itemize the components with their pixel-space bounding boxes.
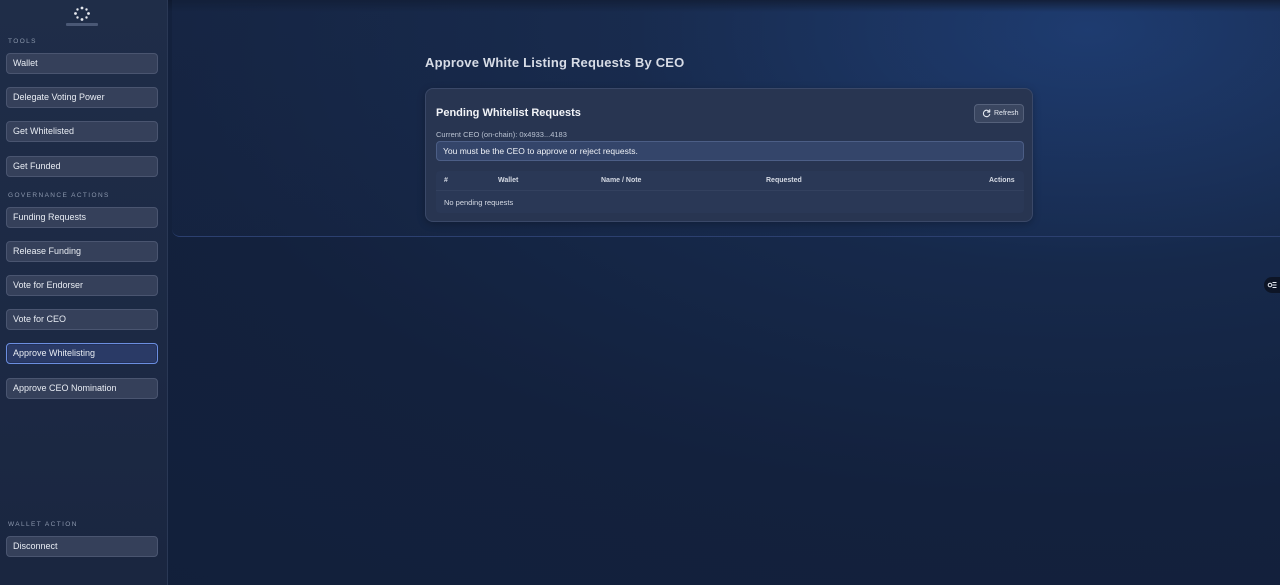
sidebar-item-wallet[interactable]: Wallet [6, 53, 158, 74]
table-header: # Wallet Name / Note Requested Actions [436, 171, 1024, 191]
sidebar-item-get-whitelisted[interactable]: Get Whitelisted [6, 121, 158, 142]
disconnect-button[interactable]: Disconnect [6, 536, 158, 557]
sidebar: TOOLS Wallet Delegate Voting Power Get W… [0, 0, 168, 585]
card-title: Pending Whitelist Requests [436, 107, 581, 119]
requests-table: # Wallet Name / Note Requested Actions N… [436, 171, 1024, 213]
sidebar-item-approve-whitelisting[interactable]: Approve Whitelisting [6, 343, 158, 364]
refresh-icon [982, 109, 991, 118]
refresh-label: Refresh [994, 110, 1019, 117]
governance-section-label: GOVERNANCE ACTIONS [8, 192, 110, 199]
pending-requests-card: Pending Whitelist Requests Refresh Curre… [425, 88, 1033, 222]
column-header-index: # [444, 177, 448, 184]
app: TOOLS Wallet Delegate Voting Power Get W… [0, 0, 1280, 585]
sidebar-item-release-funding[interactable]: Release Funding [6, 241, 158, 262]
settings-toggle-icon[interactable] [1264, 277, 1280, 293]
column-header-actions: Actions [989, 177, 1015, 184]
page-title: Approve White Listing Requests By CEO [425, 55, 685, 70]
logo-wordmark [66, 23, 98, 26]
current-ceo-text: Current CEO (on-chain): 0x4933...4183 [436, 130, 567, 139]
sidebar-item-approve-ceo-nomination[interactable]: Approve CEO Nomination [6, 378, 158, 399]
refresh-button[interactable]: Refresh [974, 104, 1024, 123]
column-header-name-note: Name / Note [601, 177, 642, 184]
empty-state-text: No pending requests [444, 198, 514, 207]
sidebar-item-vote-for-ceo[interactable]: Vote for CEO [6, 309, 158, 330]
wallet-action-section-label: WALLET ACTION [8, 521, 78, 528]
tools-section-label: TOOLS [8, 38, 37, 45]
sidebar-item-funding-requests[interactable]: Funding Requests [6, 207, 158, 228]
sidebar-item-delegate-voting-power[interactable]: Delegate Voting Power [6, 87, 158, 108]
column-header-wallet: Wallet [498, 177, 519, 184]
sidebar-item-vote-for-endorser[interactable]: Vote for Endorser [6, 275, 158, 296]
column-header-requested: Requested [766, 177, 802, 184]
permission-notice: You must be the CEO to approve or reject… [436, 141, 1024, 161]
sidebar-item-get-funded[interactable]: Get Funded [6, 156, 158, 177]
